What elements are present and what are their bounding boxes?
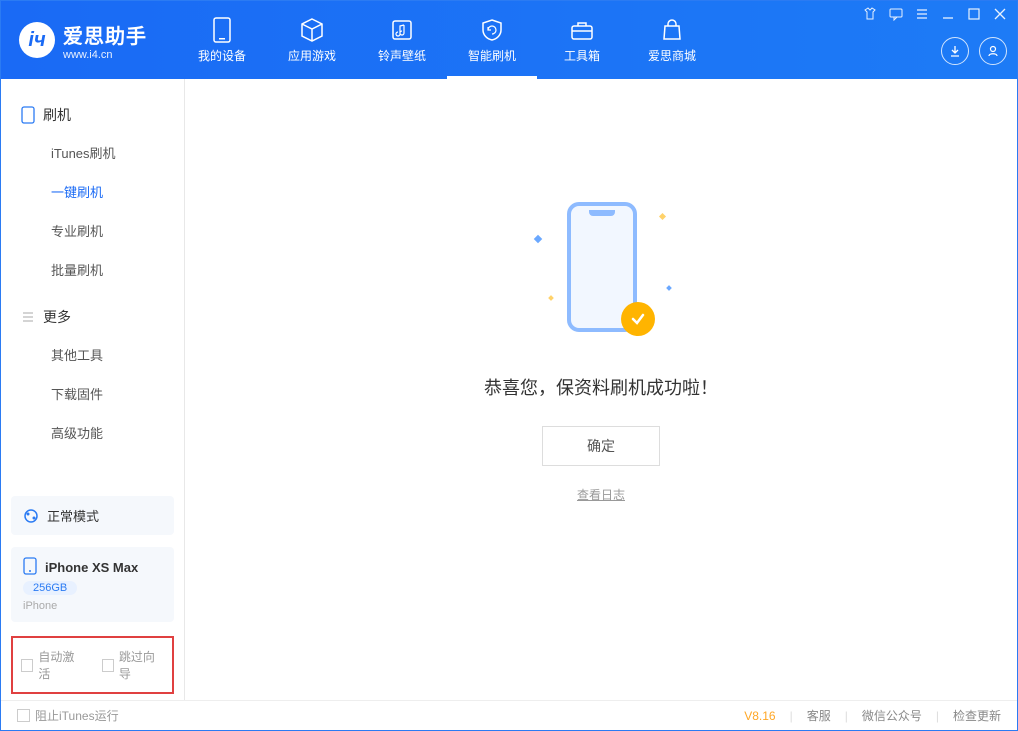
- checkbox-skip-guide[interactable]: 跳过向导: [102, 648, 165, 682]
- tab-ringtone-wallpaper[interactable]: 铃声壁纸: [357, 1, 447, 79]
- phone-icon: [21, 106, 35, 124]
- check-badge-icon: [621, 302, 655, 336]
- mode-icon: [23, 508, 39, 524]
- device-phone-icon: [23, 557, 37, 575]
- sidebar-item-oneclick-flash[interactable]: 一键刷机: [1, 172, 184, 211]
- tshirt-icon[interactable]: [863, 7, 877, 21]
- view-log-link[interactable]: 查看日志: [577, 486, 625, 503]
- tab-store[interactable]: 爱思商城: [627, 1, 717, 79]
- menu-icon[interactable]: [915, 7, 929, 21]
- checkbox-icon: [21, 659, 33, 672]
- checkbox-icon: [17, 709, 30, 722]
- logo-icon: iч: [19, 22, 55, 58]
- sidebar-item-advanced[interactable]: 高级功能: [1, 413, 184, 452]
- checkbox-icon: [102, 659, 114, 672]
- sidebar-item-pro-flash[interactable]: 专业刷机: [1, 211, 184, 250]
- version-label: V8.16: [744, 709, 775, 723]
- close-icon[interactable]: [993, 7, 1007, 21]
- download-button[interactable]: [941, 37, 969, 65]
- maximize-icon[interactable]: [967, 7, 981, 21]
- checkbox-auto-activate[interactable]: 自动激活: [21, 648, 84, 682]
- refresh-shield-icon: [479, 17, 505, 43]
- content-area: 恭喜您，保资料刷机成功啦！ 确定 查看日志: [185, 79, 1017, 700]
- app-url: www.i4.cn: [63, 49, 147, 61]
- device-mode: 正常模式: [47, 506, 99, 525]
- mode-box: 正常模式: [11, 496, 174, 535]
- main-tabs: 我的设备 应用游戏 铃声壁纸 智能刷机 工具箱 爱思商城: [177, 1, 717, 79]
- device-name: iPhone XS Max: [45, 560, 138, 575]
- support-link[interactable]: 客服: [807, 707, 831, 724]
- sidebar-item-batch-flash[interactable]: 批量刷机: [1, 250, 184, 289]
- sidebar-section-flash: 刷机: [1, 97, 184, 133]
- app-header: iч 爱思助手 www.i4.cn 我的设备 应用游戏 铃声壁纸 智能刷机 工具…: [1, 1, 1017, 79]
- confirm-button[interactable]: 确定: [542, 426, 660, 466]
- checkbox-block-itunes[interactable]: 阻止iTunes运行: [17, 707, 119, 724]
- tab-toolbox[interactable]: 工具箱: [537, 1, 627, 79]
- device-icon: [209, 17, 235, 43]
- logo: iч 爱思助手 www.i4.cn: [1, 20, 165, 61]
- bag-icon: [659, 17, 685, 43]
- update-link[interactable]: 检查更新: [953, 707, 1001, 724]
- storage-badge: 256GB: [23, 581, 77, 595]
- wechat-link[interactable]: 微信公众号: [862, 707, 922, 724]
- tab-my-device[interactable]: 我的设备: [177, 1, 267, 79]
- device-box[interactable]: iPhone XS Max 256GB iPhone: [11, 547, 174, 622]
- tab-apps-games[interactable]: 应用游戏: [267, 1, 357, 79]
- options-highlight-box: 自动激活 跳过向导: [11, 636, 174, 694]
- sidebar-item-other-tools[interactable]: 其他工具: [1, 335, 184, 374]
- status-bar: 阻止iTunes运行 V8.16 | 客服 | 微信公众号 | 检查更新: [1, 700, 1017, 730]
- feedback-icon[interactable]: [889, 7, 903, 21]
- toolbox-icon: [569, 17, 595, 43]
- device-type: iPhone: [23, 600, 162, 612]
- tab-smart-flash[interactable]: 智能刷机: [447, 1, 537, 79]
- minimize-icon[interactable]: [941, 7, 955, 21]
- success-illustration: [553, 196, 649, 346]
- sidebar-section-more: 更多: [1, 299, 184, 335]
- list-icon: [21, 310, 35, 324]
- cube-icon: [299, 17, 325, 43]
- sidebar-item-download-firmware[interactable]: 下载固件: [1, 374, 184, 413]
- sidebar-item-itunes-flash[interactable]: iTunes刷机: [1, 133, 184, 172]
- app-title: 爱思助手: [63, 20, 147, 49]
- success-message: 恭喜您，保资料刷机成功啦！: [484, 374, 718, 400]
- sidebar: 刷机 iTunes刷机 一键刷机 专业刷机 批量刷机 更多 其他工具 下载固件 …: [1, 79, 185, 700]
- user-button[interactable]: [979, 37, 1007, 65]
- music-note-icon: [389, 17, 415, 43]
- window-controls: [863, 7, 1007, 21]
